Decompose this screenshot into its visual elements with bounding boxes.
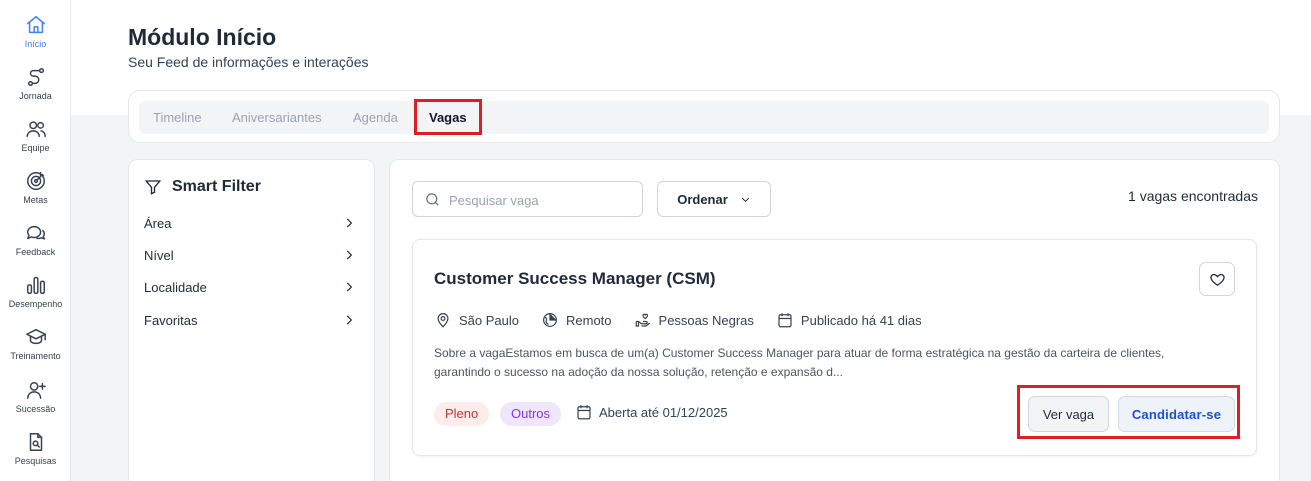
sidebar-item-label: Metas	[23, 195, 48, 205]
sidebar-item-label: Desempenho	[8, 299, 63, 309]
chevron-right-icon	[346, 315, 353, 325]
tabs-card: Timeline Aniversariantes Agenda Vagas	[128, 90, 1280, 143]
search-input[interactable]	[449, 190, 634, 210]
sidebar-item-label: Jornada	[19, 91, 52, 101]
smart-filter-title: Smart Filter	[172, 178, 261, 195]
job-audience: Pessoas Negras	[634, 311, 754, 329]
job-meta-row: São Paulo Remoto Pessoas Negras Publicad…	[434, 311, 944, 329]
sort-button[interactable]: Ordenar	[657, 181, 771, 217]
job-published: Publicado há 41 dias	[776, 311, 922, 329]
chevron-right-icon	[346, 250, 353, 260]
sidebar-item-inicio[interactable]: Início	[0, 14, 71, 49]
bar-chart-icon	[26, 276, 45, 294]
target-icon	[26, 172, 45, 190]
users-icon	[26, 121, 46, 138]
map-pin-icon	[437, 313, 449, 328]
calendar-icon	[778, 313, 792, 328]
filter-item-localidade[interactable]: Localidade	[144, 276, 356, 298]
job-published-label: Publicado há 41 dias	[800, 312, 922, 328]
sidebar-item-label: Pesquisas	[14, 456, 57, 466]
route-icon	[27, 68, 44, 86]
sidebar-item-desempenho[interactable]: Desempenho	[0, 274, 71, 309]
chevron-right-icon	[346, 282, 353, 292]
sidebar-item-treinamento[interactable]: Treinamento	[0, 326, 71, 361]
home-icon	[26, 16, 45, 34]
search-box	[412, 181, 643, 217]
chevron-down-icon	[741, 197, 749, 202]
job-deadline-label: Aberta até 01/12/2025	[599, 404, 728, 420]
filter-item-nivel[interactable]: Nível	[144, 244, 356, 266]
job-work-mode-label: Remoto	[566, 312, 612, 328]
sidebar-item-label: Treinamento	[10, 351, 61, 361]
job-tag-badge: Outros	[500, 402, 562, 426]
filter-item-favoritas[interactable]: Favoritas	[144, 309, 356, 331]
globe-icon	[543, 313, 557, 327]
search-icon	[426, 193, 439, 206]
tab-vagas-highlight-box	[414, 99, 482, 135]
sidebar-item-feedback[interactable]: Feedback	[0, 222, 71, 257]
sidebar-item-label: Feedback	[15, 247, 56, 257]
job-audience-label: Pessoas Negras	[658, 312, 754, 328]
tab-list: Timeline Aniversariantes Agenda Vagas	[139, 101, 1269, 134]
results-count: 1 vagas encontradas	[1128, 188, 1258, 204]
job-description: Sobre a vagaEstamos em busca de um(a) Cu…	[434, 346, 1165, 379]
filter-icon	[144, 180, 162, 195]
sort-button-label: Ordenar	[677, 191, 728, 207]
smart-filter-heading: Smart Filter	[144, 178, 261, 196]
user-plus-icon	[26, 381, 46, 399]
sidebar-item-label: Sucessão	[15, 404, 56, 414]
filter-item-label: Área	[144, 215, 172, 231]
sidebar-item-pesquisas[interactable]: Pesquisas	[0, 431, 71, 466]
sidebar-item-jornada[interactable]: Jornada	[0, 66, 71, 101]
job-work-mode: Remoto	[541, 311, 612, 329]
file-search-icon	[29, 433, 42, 451]
sidebar: Início Jornada Equipe Metas Feedback Des…	[0, 0, 71, 481]
chevron-right-icon	[346, 218, 353, 228]
sidebar-item-equipe[interactable]: Equipe	[0, 118, 71, 153]
job-location-label: São Paulo	[459, 312, 519, 328]
filter-item-label: Favoritas	[144, 312, 198, 328]
job-level-badge: Pleno	[434, 402, 490, 426]
graduation-cap-icon	[25, 328, 46, 345]
hand-heart-icon	[635, 313, 650, 327]
sidebar-item-metas[interactable]: Metas	[0, 170, 71, 205]
sidebar-item-label: Equipe	[21, 143, 50, 153]
job-title[interactable]: Customer Success Manager (CSM)	[434, 269, 716, 289]
page-subtitle: Seu Feed de informações e interações	[128, 54, 369, 70]
job-location: São Paulo	[434, 311, 519, 329]
chat-icon	[26, 225, 45, 240]
page-title: Módulo Início	[128, 24, 277, 50]
favorite-button[interactable]	[1199, 262, 1235, 296]
action-buttons-highlight-box	[1017, 385, 1240, 439]
filter-item-label: Localidade	[144, 279, 207, 295]
tab-agenda[interactable]: Agenda	[353, 101, 398, 134]
filter-item-label: Nível	[144, 247, 174, 263]
tab-timeline[interactable]: Timeline	[153, 101, 202, 134]
job-deadline: Aberta até 01/12/2025	[575, 403, 728, 421]
filter-item-area[interactable]: Área	[144, 212, 356, 234]
tab-aniversariantes[interactable]: Aniversariantes	[232, 101, 322, 134]
heart-icon	[1209, 273, 1225, 286]
calendar-icon	[577, 405, 591, 420]
sidebar-item-sucessao[interactable]: Sucessão	[0, 379, 71, 414]
sidebar-item-label: Início	[24, 39, 47, 49]
